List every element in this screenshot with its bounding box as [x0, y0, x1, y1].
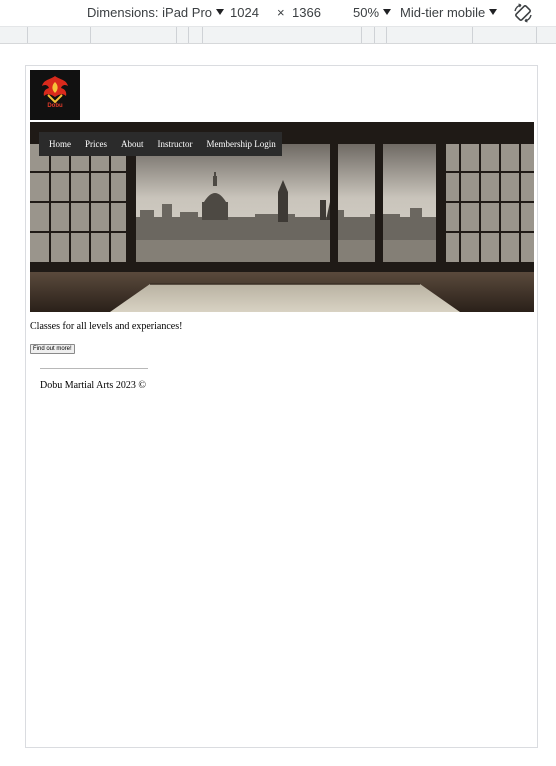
main-navigation: Home Prices About Instructor Membership …: [39, 132, 282, 156]
nav-link-instructor[interactable]: Instructor: [158, 139, 193, 149]
footer-copyright: Dobu Martial Arts 2023 ©: [40, 380, 146, 391]
footer-divider: [40, 368, 148, 369]
logo-text: Dobu: [47, 103, 63, 109]
chevron-down-icon: [383, 9, 392, 15]
find-out-more-button[interactable]: Find out more!: [30, 344, 75, 354]
site-logo[interactable]: Dobu: [30, 70, 80, 120]
zoom-dropdown[interactable]: 50%: [353, 5, 392, 20]
dragon-logo-icon: [30, 70, 80, 120]
nav-link-membership-login[interactable]: Membership Login: [207, 139, 276, 149]
times-label: ×: [277, 5, 285, 20]
chevron-down-icon: [216, 9, 224, 15]
ruler-tick: [386, 27, 387, 43]
media-query-ruler[interactable]: [0, 26, 556, 44]
dimensions-dropdown[interactable]: Dimensions: iPad Pro: [87, 5, 224, 20]
width-input[interactable]: 1024: [230, 5, 259, 20]
hero-tagline: Classes for all levels and experiances!: [30, 321, 183, 332]
chevron-down-icon: [489, 9, 498, 15]
ruler-tick: [472, 27, 473, 43]
device-toolbar: Dimensions: iPad Pro 1024 × 1366 50% Mid…: [0, 0, 556, 26]
throttle-label: Mid-tier mobile: [400, 5, 486, 20]
ruler-tick: [361, 27, 362, 43]
ruler-tick: [90, 27, 91, 43]
ruler-tick: [188, 27, 189, 43]
throttle-dropdown[interactable]: Mid-tier mobile: [400, 5, 498, 20]
ruler-tick: [27, 27, 28, 43]
ruler-tick: [536, 27, 537, 43]
ruler-tick: [202, 27, 203, 43]
ruler-tick: [176, 27, 177, 43]
hero-banner: Home Prices About Instructor Membership …: [30, 122, 534, 312]
height-input[interactable]: 1366: [292, 5, 321, 20]
nav-link-home[interactable]: Home: [49, 139, 71, 149]
nav-link-prices[interactable]: Prices: [85, 139, 107, 149]
rotate-device-icon[interactable]: [512, 2, 534, 24]
nav-link-about[interactable]: About: [121, 139, 144, 149]
ruler-tick: [374, 27, 375, 43]
zoom-label: 50%: [353, 5, 380, 20]
device-viewport: Dobu Home Prices About Instructor Member…: [25, 65, 538, 748]
dimensions-label: Dimensions: iPad Pro: [87, 5, 212, 20]
